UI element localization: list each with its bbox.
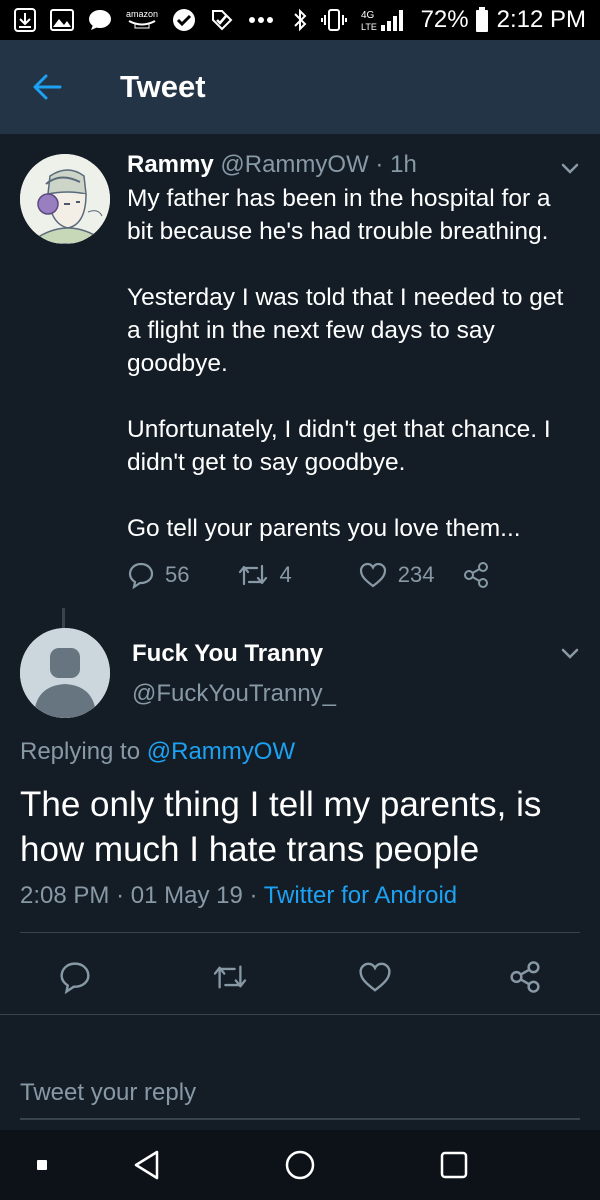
reply-count: 56 <box>165 562 190 587</box>
status-bar-notifications: amazon <box>14 8 274 32</box>
divider <box>0 1014 600 1015</box>
tweet-date: 01 May 19 <box>130 882 243 909</box>
square-recents-icon <box>440 1151 468 1179</box>
reply-author-name[interactable]: Fuck You Tranny <box>132 640 323 668</box>
battery-icon <box>475 7 489 33</box>
heart-icon <box>359 962 391 992</box>
image-icon <box>50 9 74 31</box>
download-icon <box>14 8 36 32</box>
like-count: 234 <box>397 562 435 587</box>
reply-action[interactable]: 56 <box>127 561 189 589</box>
status-time: 2:12 PM <box>496 6 586 33</box>
tweet-actions: 56 4 234 <box>127 558 490 592</box>
vibrate-icon <box>320 8 347 32</box>
reply-tweet-actions <box>0 952 600 1002</box>
avatar[interactable] <box>20 154 110 244</box>
header-separator: · <box>375 151 384 178</box>
app-bar: Tweet <box>0 40 600 134</box>
reply-input[interactable] <box>20 1068 580 1120</box>
retweet-button[interactable] <box>205 952 255 1002</box>
amazon-icon: amazon <box>126 9 158 31</box>
meta-separator: · <box>116 882 125 909</box>
tweet-meta: 2:08 PM · 01 May 19 · Twitter for Androi… <box>20 882 457 910</box>
reply-author-handle[interactable]: @FuckYouTranny_ <box>132 680 336 708</box>
thread-connector <box>62 608 65 628</box>
chevron-down-icon <box>561 648 579 659</box>
svg-text:LTE: LTE <box>361 22 377 32</box>
divider <box>20 932 580 933</box>
nav-back-button[interactable] <box>120 1140 174 1190</box>
status-bar-system: 4G LTE 72% 2:12 PM <box>293 6 586 34</box>
retweet-action[interactable]: 4 <box>237 562 292 588</box>
reply-avatar[interactable] <box>20 628 110 718</box>
replying-to-link[interactable]: @RammyOW <box>147 738 295 765</box>
svg-text:4G: 4G <box>361 10 375 21</box>
share-icon <box>510 961 540 993</box>
reply-tweet-text: The only thing I tell my parents, is how… <box>20 785 542 869</box>
author-handle[interactable]: @RammyOW <box>220 151 368 178</box>
reply-options-button[interactable] <box>557 641 583 667</box>
share-action[interactable] <box>462 561 490 589</box>
retweet-count: 4 <box>279 562 292 587</box>
circle-home-icon <box>285 1150 315 1180</box>
tag-check-icon <box>210 8 234 32</box>
like-action[interactable]: 234 <box>358 561 435 589</box>
tweet-header: Rammy @RammyOW · 1h <box>127 150 577 180</box>
replying-to: Replying to @RammyOW <box>20 738 295 766</box>
page-title: Tweet <box>120 69 206 104</box>
bluetooth-icon <box>293 8 307 32</box>
nav-recents-button[interactable] <box>427 1140 481 1190</box>
battery-percent: 72% <box>420 6 469 33</box>
tweet-age: 1h <box>390 151 417 178</box>
message-icon <box>88 9 112 31</box>
chevron-down-icon <box>561 163 579 174</box>
reply-icon <box>60 962 90 994</box>
small-square-icon <box>37 1160 47 1170</box>
lte-signal-icon: 4G LTE <box>361 7 407 33</box>
original-tweet[interactable]: Rammy @RammyOW · 1h My father has been i… <box>127 150 577 545</box>
arrow-left-icon <box>33 74 62 100</box>
retweet-icon <box>239 564 268 586</box>
tweet-options-button[interactable] <box>557 156 583 182</box>
retweet-icon <box>213 965 247 989</box>
share-button[interactable] <box>500 952 550 1002</box>
share-icon <box>464 562 489 588</box>
author-name[interactable]: Rammy <box>127 151 214 178</box>
nav-home-button[interactable] <box>273 1140 327 1190</box>
tweet-time: 2:08 PM <box>20 882 110 909</box>
meta-separator: · <box>249 882 258 909</box>
status-bar: amazon 4G LTE 72% 2:12 PM <box>0 0 600 40</box>
tweet-client-link[interactable]: Twitter for Android <box>264 882 457 909</box>
triangle-back-icon <box>134 1150 159 1180</box>
tweet-text: My father has been in the hospital for a… <box>127 185 564 542</box>
back-button[interactable] <box>22 62 72 112</box>
check-circle-icon <box>172 8 196 32</box>
reply-icon <box>128 562 154 589</box>
replying-prefix: Replying to <box>20 738 141 765</box>
nav-menu-button[interactable] <box>15 1140 69 1190</box>
navigation-bar <box>0 1130 600 1200</box>
like-button[interactable] <box>350 952 400 1002</box>
more-dots-icon <box>248 16 274 24</box>
reply-button[interactable] <box>50 952 100 1002</box>
heart-icon <box>359 562 386 588</box>
